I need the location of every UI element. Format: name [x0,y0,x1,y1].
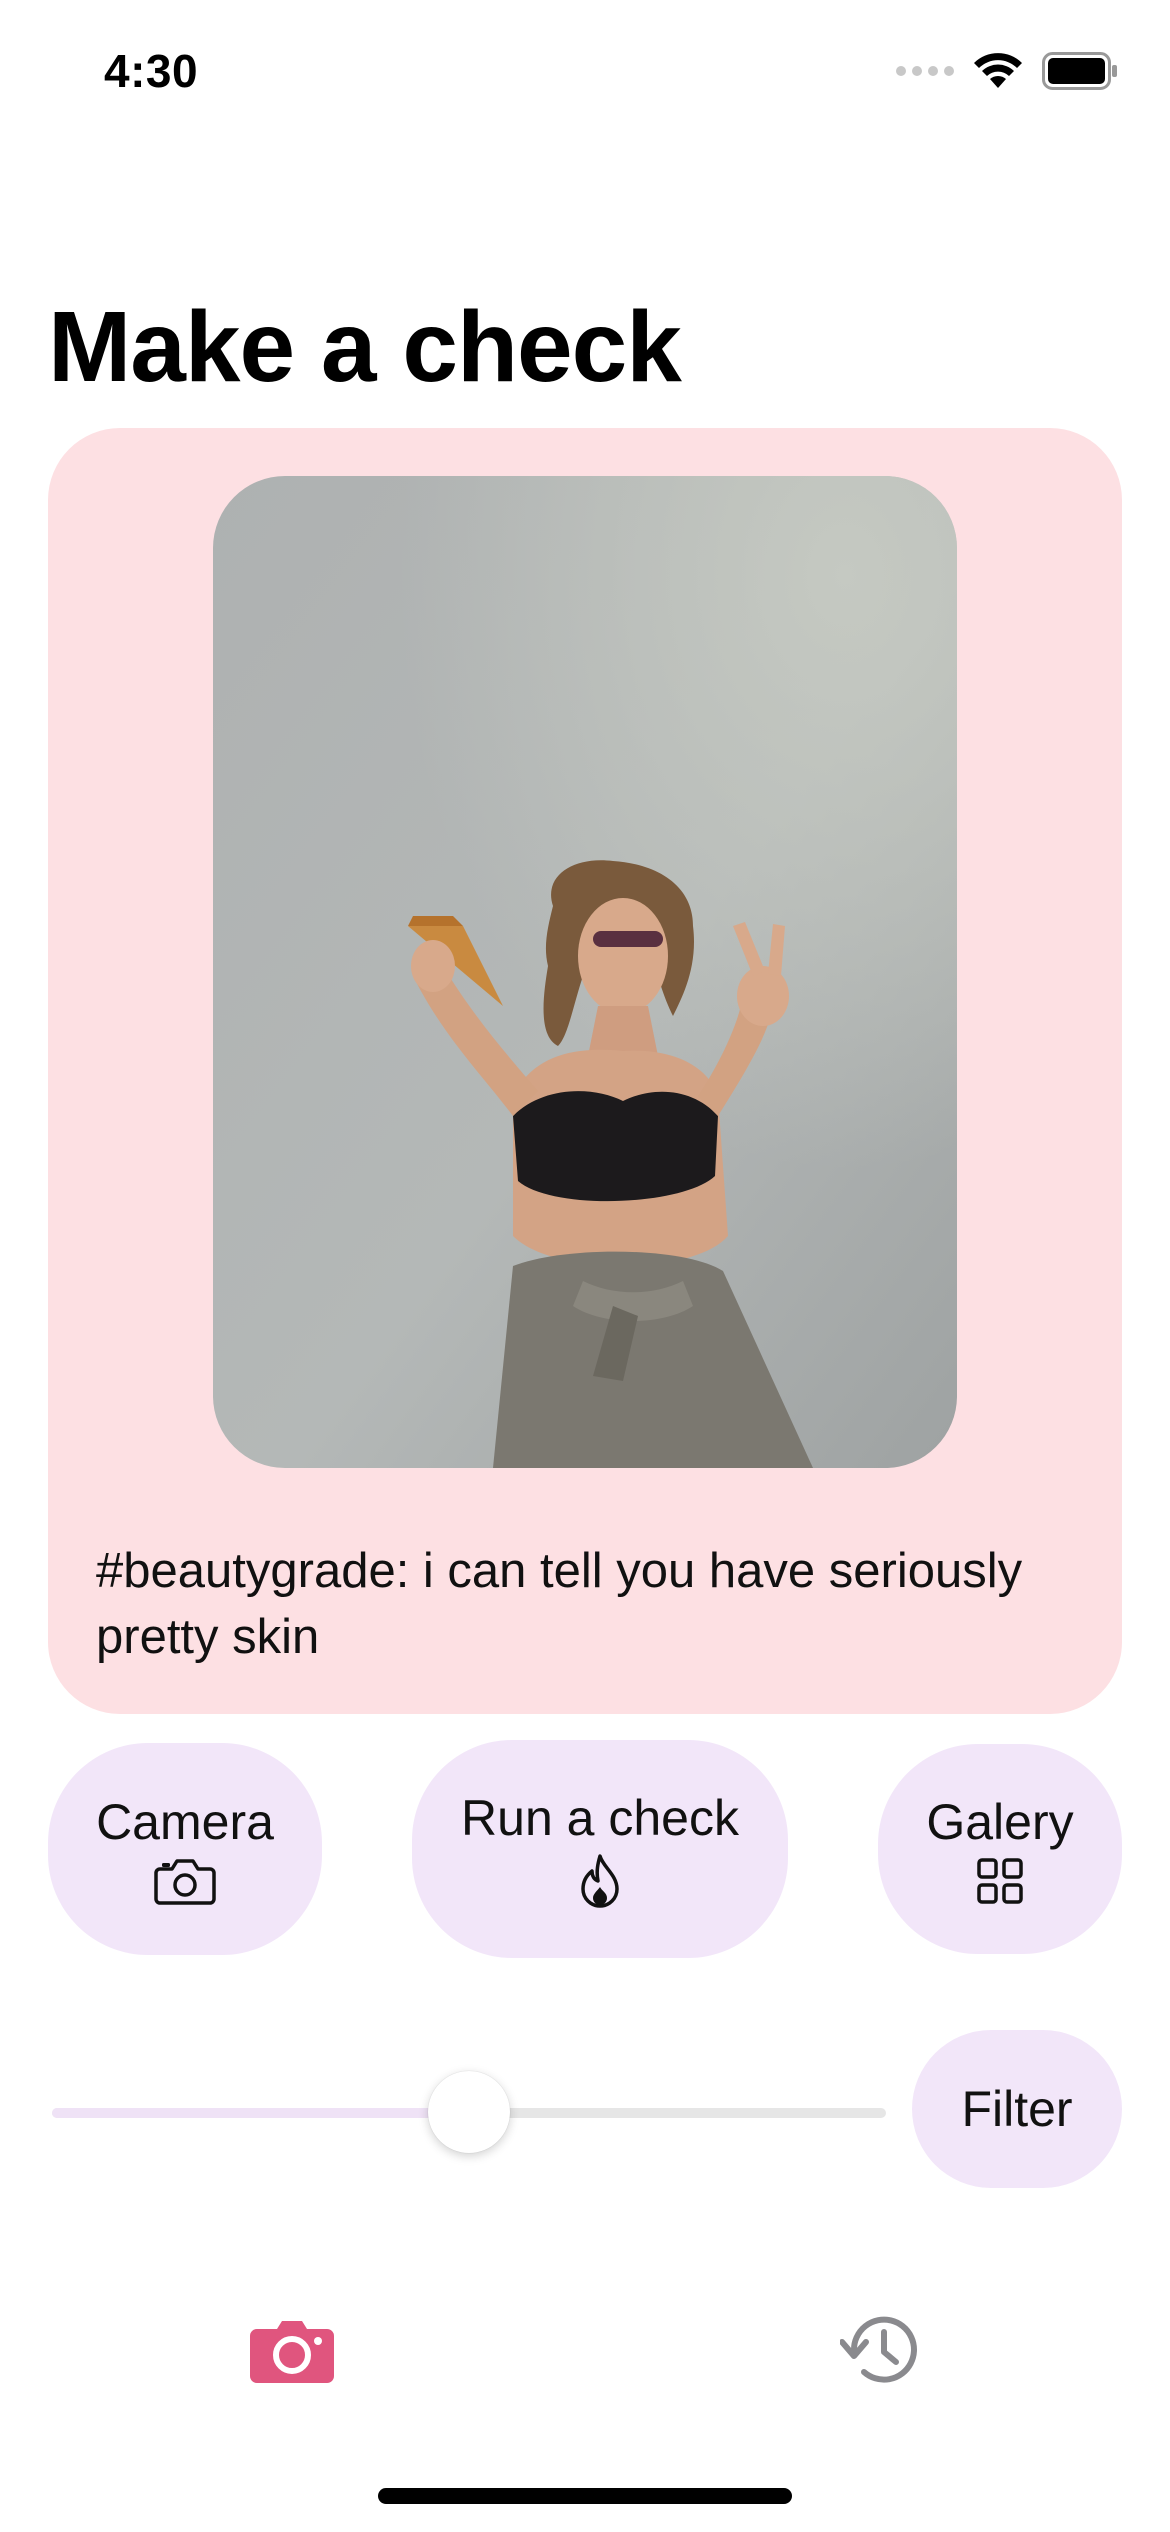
status-indicators [896,52,1118,90]
galery-button-label: Galery [926,1794,1074,1850]
cellular-signal-icon [896,66,954,76]
galery-button[interactable]: Galery [878,1744,1122,1954]
battery-icon [1042,52,1117,90]
run-check-button[interactable]: Run a check [412,1740,788,1958]
camera-button-label: Camera [96,1794,274,1850]
result-card: #beautygrade: i can tell you have seriou… [48,428,1122,1714]
selected-photo[interactable] [213,476,957,1468]
page-title: Make a check [48,291,682,403]
camera-icon [154,1859,216,1905]
wifi-icon [974,53,1022,88]
tab-history[interactable] [830,2300,930,2400]
camera-icon [250,2321,334,2383]
run-check-button-label: Run a check [461,1790,739,1846]
screen: 4:30 Make a check #beautygrade: i can te… [0,0,1170,2532]
grid-icon [977,1858,1023,1904]
camera-button[interactable]: Camera [48,1743,322,1955]
home-indicator [378,2488,792,2504]
result-caption: #beautygrade: i can tell you have seriou… [96,1544,1023,1664]
filter-button-label: Filter [961,2081,1073,2137]
flame-icon [581,1854,619,1908]
slider-thumb[interactable] [428,2071,510,2153]
photo-illustration [213,476,957,1468]
filter-slider[interactable] [52,2071,886,2153]
history-icon [840,2316,917,2383]
filter-button[interactable]: Filter [912,2030,1122,2188]
tab-camera[interactable] [242,2300,342,2400]
slider-fill [52,2108,469,2118]
status-time: 4:30 [104,45,199,97]
